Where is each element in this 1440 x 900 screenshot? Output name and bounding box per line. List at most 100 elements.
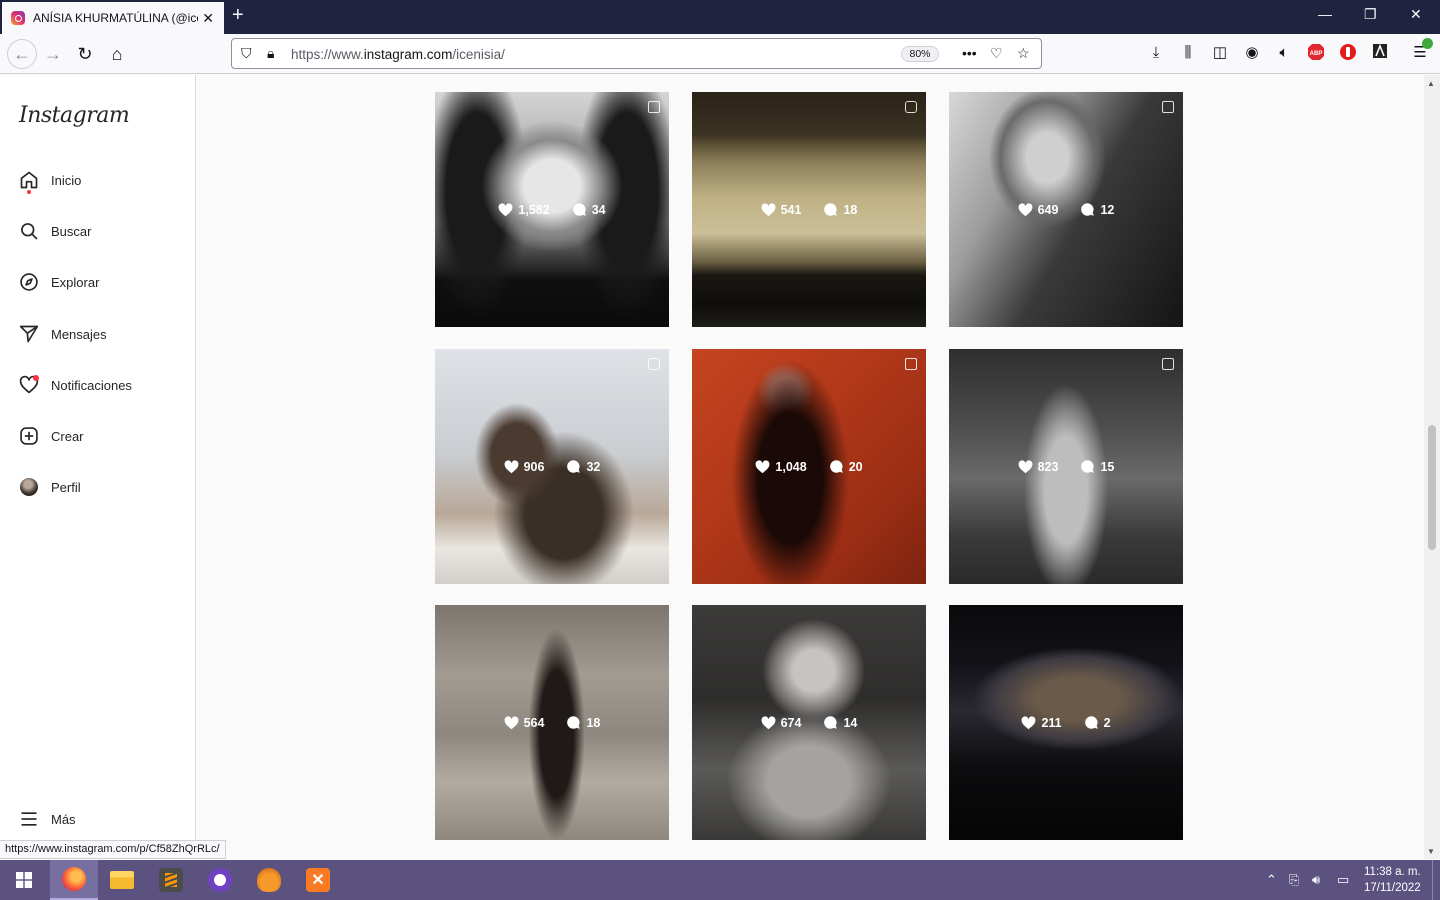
sidebar-item-buscar[interactable]: Buscar <box>18 217 91 245</box>
sidebar-item-explorar[interactable]: Explorar <box>18 268 99 296</box>
post-tile[interactable]: 823 15 <box>949 349 1183 584</box>
post-tile[interactable]: 541 18 <box>692 92 926 327</box>
heart-filled-icon <box>755 459 770 473</box>
post-tile[interactable]: 211 2 <box>949 605 1183 840</box>
xampp-icon[interactable]: ✕ <box>294 860 342 900</box>
adblock-icon[interactable]: ABP <box>1306 43 1326 63</box>
comment-filled-icon <box>1081 203 1095 216</box>
sidebar-item-notificaciones[interactable]: Notificaciones <box>18 371 132 399</box>
comment-count: 20 <box>848 459 863 474</box>
scroll-up-icon[interactable]: ▲ <box>1427 79 1435 88</box>
back-icon[interactable]: ← <box>7 39 37 69</box>
anaconda-navigator-icon[interactable] <box>245 860 293 900</box>
post-tile[interactable]: 674 14 <box>692 605 926 840</box>
tab-title: ANÍSIA KHURMATÚLINA (@icenisia) <box>33 11 198 25</box>
comment-filled-icon <box>567 460 581 473</box>
sidebar-item-label: Buscar <box>51 223 92 239</box>
comment-count: 34 <box>591 202 606 217</box>
tab-strip: ANÍSIA KHURMATÚLINA (@icenisia) ✕ + — ❐ … <box>0 0 1440 34</box>
pocket-icon[interactable]: ♡ <box>990 45 1003 62</box>
close-window-icon[interactable]: ✕ <box>1410 6 1422 23</box>
firefox-taskbar-icon[interactable] <box>50 860 98 900</box>
comment-filled-icon <box>829 460 843 473</box>
url-text[interactable]: https://www.instagram.com/icenisia/ <box>291 47 505 62</box>
comment-filled-icon <box>824 716 838 729</box>
sidebar-item-label: Más <box>51 811 76 827</box>
notification-dot <box>27 190 31 194</box>
network-icon[interactable]: ⎘ <box>1289 872 1299 888</box>
like-count: 649 <box>1037 202 1059 217</box>
heart-icon <box>18 374 40 396</box>
file-explorer-icon[interactable] <box>98 860 146 900</box>
like-count: 211 <box>1041 715 1062 730</box>
zoom-level[interactable]: 80% <box>901 46 939 62</box>
sidebar-item-inicio[interactable]: Inicio <box>18 166 81 194</box>
volume-icon[interactable]: 🔊︎ <box>1312 872 1320 888</box>
minimize-icon[interactable]: — <box>1318 6 1332 22</box>
like-count: 906 <box>523 459 545 474</box>
lock-icon[interactable]: 🔒︎ <box>267 45 274 62</box>
comment-filled-icon <box>824 203 838 216</box>
taskbar: ✕ ⌃ ⎘ 🔊︎ ▭ 11:38 a. m. 17/11/2022 <box>0 860 1440 900</box>
post-tile[interactable]: 564 18 <box>435 605 669 840</box>
sidebar-toggle-icon[interactable]: ◫ <box>1210 43 1230 63</box>
comment-count: 2 <box>1103 715 1111 730</box>
update-badge-icon <box>1422 38 1433 49</box>
page-content: Instagram Inicio Buscar Explorar Mensaje… <box>0 75 1424 859</box>
github-desktop-icon[interactable] <box>196 860 244 900</box>
keyboard-icon[interactable]: ▭ <box>1337 872 1349 888</box>
home-icon <box>18 169 40 194</box>
heart-filled-icon <box>498 202 513 216</box>
post-tile[interactable]: 1,582 34 <box>435 92 669 327</box>
browser-tab[interactable]: ANÍSIA KHURMATÚLINA (@icenisia) ✕ <box>2 2 224 34</box>
page-actions-icon[interactable]: ••• <box>962 45 977 61</box>
post-tile[interactable]: 906 32 <box>435 349 669 584</box>
post-tile[interactable]: 1,048 20 <box>692 349 926 584</box>
sidebar-item-perfil[interactable]: Perfil <box>18 473 81 501</box>
forward-icon[interactable]: → <box>42 43 64 65</box>
speaker-icon[interactable]: 🔈︎ <box>1274 43 1294 63</box>
library-icon[interactable]: ⫼ <box>1178 43 1198 63</box>
svg-text:ABP: ABP <box>1310 51 1323 57</box>
post-tile[interactable]: 649 12 <box>949 92 1183 327</box>
heart-filled-icon <box>1022 715 1036 729</box>
bookmark-star-icon[interactable]: ☆ <box>1017 45 1030 62</box>
new-tab-icon[interactable]: + <box>232 5 244 25</box>
tray-expand-icon[interactable]: ⌃ <box>1266 872 1277 888</box>
status-url: https://www.instagram.com/p/Cf58ZhQrRLc/ <box>0 840 226 859</box>
comment-count: 14 <box>843 715 858 730</box>
restore-icon[interactable]: ❐ <box>1364 6 1377 23</box>
hamburger-menu-icon <box>18 808 40 830</box>
like-count: 674 <box>780 715 802 730</box>
taskbar-clock[interactable]: 11:38 a. m. 17/11/2022 <box>1364 864 1421 896</box>
sidebar: Instagram Inicio Buscar Explorar Mensaje… <box>0 75 196 859</box>
windows-start-icon[interactable] <box>0 860 48 900</box>
scroll-down-icon[interactable]: ▼ <box>1427 847 1435 856</box>
ublock-icon[interactable] <box>1338 43 1358 63</box>
home-browser-icon[interactable]: ⌂ <box>106 43 128 65</box>
page-scrollbar[interactable]: ▲ ▼ <box>1424 75 1440 859</box>
downloads-icon[interactable]: ⤓ <box>1146 43 1166 63</box>
account-icon[interactable]: ◉ <box>1242 43 1262 63</box>
like-count: 823 <box>1037 459 1059 474</box>
sublime-text-icon[interactable] <box>147 860 195 900</box>
avatar <box>18 476 40 498</box>
shield-icon[interactable]: ⛉ <box>241 45 252 62</box>
show-desktop-button[interactable] <box>1432 860 1440 900</box>
extension-icon[interactable] <box>1370 43 1390 63</box>
sidebar-item-mensajes[interactable]: Mensajes <box>18 320 107 348</box>
sidebar-item-crear[interactable]: Crear <box>18 422 84 450</box>
nav-toolbar: ← → ↻ ⌂ ⛉ 🔒︎ https://www.instagram.com/i… <box>0 34 1440 74</box>
scrollbar-thumb[interactable] <box>1428 425 1436 550</box>
sidebar-item-label: Mensajes <box>51 326 107 342</box>
instagram-logo[interactable]: Instagram <box>19 103 130 128</box>
sidebar-item-label: Notificaciones <box>51 377 132 393</box>
comment-count: 18 <box>586 715 601 730</box>
search-icon <box>18 220 40 242</box>
url-bar[interactable]: ⛉ 🔒︎ https://www.instagram.com/icenisia/… <box>231 38 1042 69</box>
sidebar-item-mas[interactable]: Más <box>18 805 76 833</box>
reload-icon[interactable]: ↻ <box>74 43 96 65</box>
notification-dot <box>33 375 39 381</box>
close-tab-icon[interactable]: ✕ <box>202 10 214 27</box>
comment-filled-icon <box>1081 460 1095 473</box>
